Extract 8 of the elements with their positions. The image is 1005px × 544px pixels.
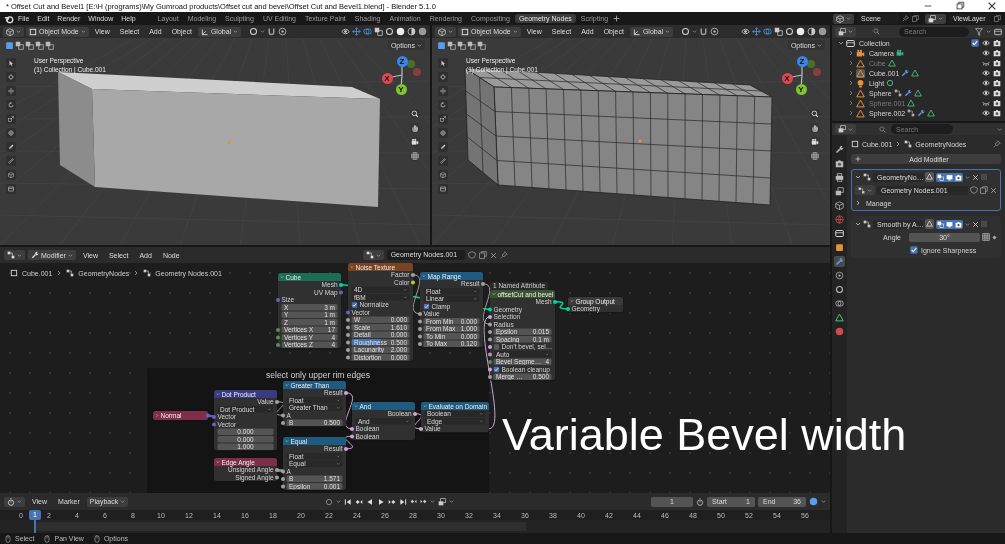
axis-label[interactable]: X bbox=[781, 72, 793, 84]
axis-label[interactable]: Y bbox=[395, 83, 407, 95]
axis-label[interactable]: Z bbox=[796, 55, 808, 67]
axis-label[interactable]: X bbox=[381, 72, 393, 84]
axis-label[interactable]: Y bbox=[795, 83, 807, 95]
axis-label[interactable]: Z bbox=[396, 55, 408, 67]
frame-label: select only upper rim edges bbox=[266, 369, 370, 380]
caption-text: Variable Bevel width bbox=[502, 409, 907, 460]
